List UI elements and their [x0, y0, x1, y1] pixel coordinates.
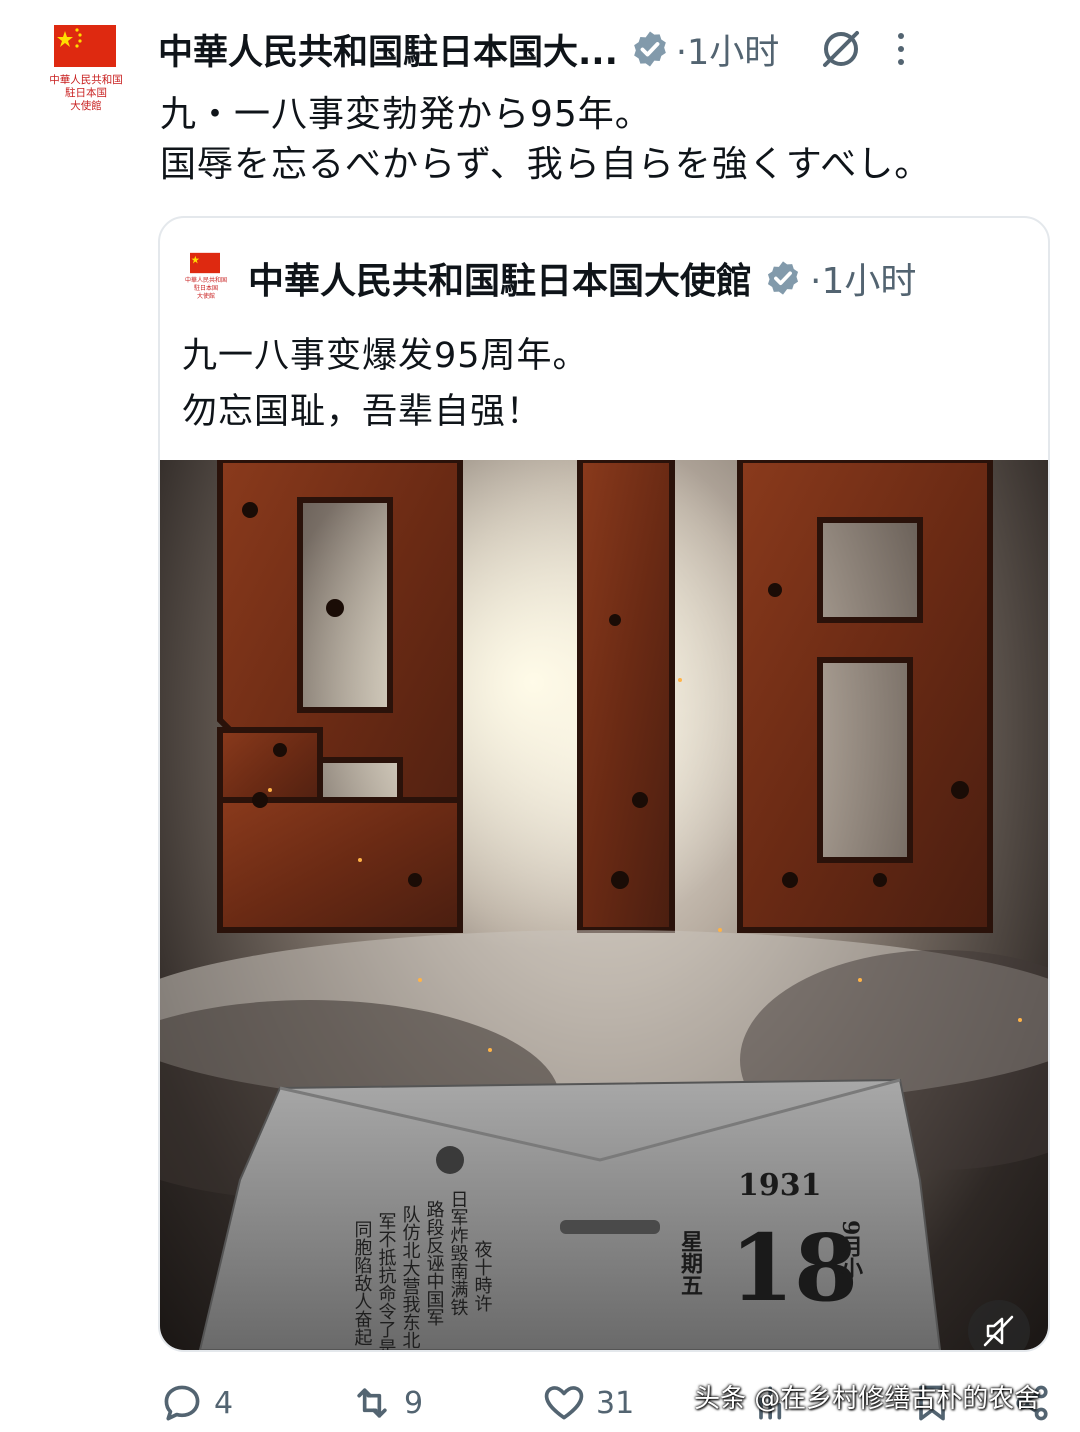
- like-button[interactable]: 31: [542, 1376, 634, 1430]
- stele-text: 军不抵抗命令了是: [376, 1212, 397, 1350]
- quote-line: 勿忘国耻，吾辈自强！: [182, 392, 543, 432]
- quote-text: 九一八事变爆发95周年。 勿忘国耻，吾辈自强！: [182, 328, 1022, 440]
- stele-text: 路段反诬中国军: [424, 1200, 445, 1326]
- avatar[interactable]: 中華人民共和国 駐日本国 大使館: [40, 22, 132, 122]
- china-flag-icon: [54, 25, 116, 67]
- mute-button[interactable]: [968, 1300, 1030, 1350]
- tweet-line: 九・一八事変勃発から95年。: [160, 94, 652, 135]
- quote-account-name[interactable]: 中華人民共和国駐日本国大使館: [248, 252, 752, 304]
- retweet-count: 9: [404, 1385, 424, 1421]
- quoted-tweet[interactable]: 中華人民共和国 駐日本国 大使館 中華人民共和国駐日本国大使館 ·1小时 九一八…: [158, 216, 1050, 1352]
- poster-artwork: 1931 18 9月小 星期五 夜十時许 日军炸毁南满铁 路段反诬中国军 队仿北…: [160, 460, 1048, 1350]
- quote-post-time[interactable]: ·1小时: [810, 252, 916, 304]
- grok-icon[interactable]: [819, 27, 863, 71]
- post-time[interactable]: ·1小时: [676, 24, 779, 75]
- quote-avatar-caption: 中華人民共和国 駐日本国 大使館: [184, 277, 227, 300]
- quote-avatar[interactable]: 中華人民共和国 駐日本国 大使館: [184, 252, 228, 312]
- reply-icon: [164, 1385, 200, 1421]
- poster-image[interactable]: 1931 18 9月小 星期五 夜十時许 日军炸毁南满铁 路段反诬中国军 队仿北…: [160, 460, 1048, 1350]
- quote-header: 中華人民共和国駐日本国大使館 ·1小时: [248, 250, 1038, 306]
- more-options-icon[interactable]: [891, 33, 911, 65]
- tweet-header: 中華人民共和国駐日本国大... ·1小时: [158, 22, 1068, 76]
- calendar-weekday: 星期五: [677, 1230, 703, 1296]
- heart-icon: [544, 1386, 584, 1420]
- avatar-caption: 中華人民共和国 駐日本国 大使館: [49, 74, 123, 112]
- stele-text: 日军炸毁南满铁: [448, 1190, 469, 1316]
- watermark: 头条 @在乡村修缮古朴的农舍: [694, 1384, 1041, 1414]
- stele-text: 同胞陷敌人奋起: [352, 1220, 373, 1346]
- retweet-button[interactable]: 9: [350, 1376, 423, 1430]
- stele-text: 队仿北大营我东北: [400, 1205, 421, 1349]
- verified-badge-icon[interactable]: [630, 29, 670, 69]
- verified-badge-icon[interactable]: [764, 259, 802, 297]
- tweet-line: 国辱を忘るべからず、我ら自らを強くすべし。: [160, 144, 932, 185]
- account-name[interactable]: 中華人民共和国駐日本国大...: [158, 24, 618, 75]
- calendar-month: 9月小: [837, 1220, 864, 1281]
- speaker-muted-icon: [983, 1315, 1014, 1347]
- reply-count: 4: [214, 1385, 234, 1421]
- tweet-text: 九・一八事変勃発から95年。 国辱を忘るべからず、我ら自らを強くすべし。: [160, 90, 1060, 190]
- retweet-icon: [357, 1388, 387, 1418]
- like-count: 31: [596, 1385, 635, 1421]
- reply-button[interactable]: 4: [160, 1376, 233, 1430]
- stele-text: 夜十時许: [472, 1240, 493, 1312]
- china-flag-icon: [190, 252, 220, 274]
- calendar-year: 1931: [738, 1168, 822, 1203]
- quote-line: 九一八事变爆发95周年。: [182, 336, 589, 376]
